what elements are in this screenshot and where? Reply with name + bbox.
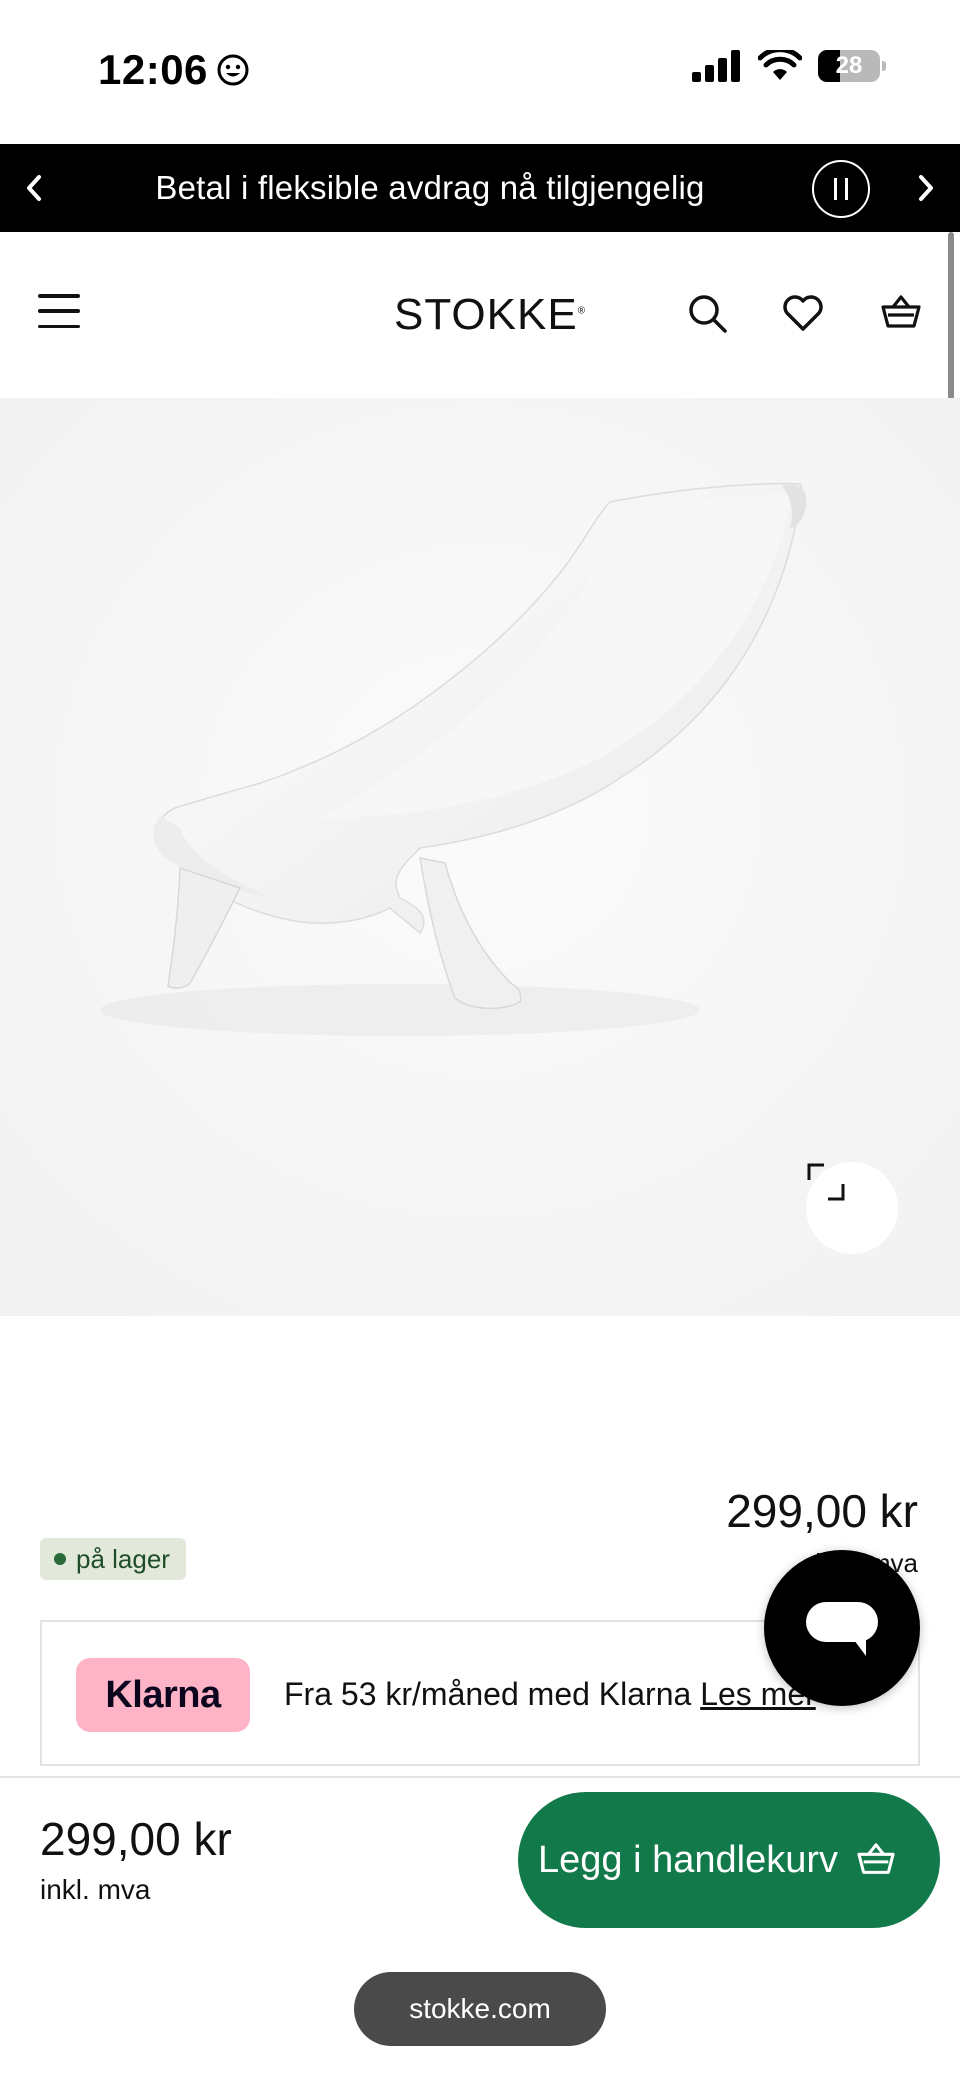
product-image[interactable] <box>0 398 960 1316</box>
chat-bubble-icon <box>806 1602 878 1656</box>
clock-text: 12:06 <box>98 46 208 93</box>
logo-mark: ® <box>577 305 587 317</box>
battery-icon: 28 <box>818 50 886 82</box>
heart-icon <box>783 295 823 331</box>
klarna-logo: Klarna <box>76 1658 250 1732</box>
stock-dot-icon <box>54 1553 66 1565</box>
klarna-text: Fra 53 kr/måned med Klarna Les mer <box>284 1676 816 1713</box>
chat-button[interactable] <box>764 1550 920 1706</box>
klarna-message: Fra 53 kr/måned med Klarna <box>284 1676 701 1712</box>
banner-pause-button[interactable] <box>812 160 870 218</box>
banner-text[interactable]: Betal i fleksible avdrag nå tilgjengelig <box>0 144 860 232</box>
wifi-icon <box>758 50 802 80</box>
menu-icon-line <box>38 324 80 328</box>
status-time: 12:06 <box>98 46 250 94</box>
search-icon <box>689 295 727 333</box>
signal-icon <box>692 50 740 82</box>
browser-url-pill[interactable]: stokke.com <box>354 1972 606 2046</box>
product-price: 299,00 kr <box>726 1485 918 1537</box>
menu-button[interactable] <box>38 294 80 328</box>
menu-icon <box>38 294 80 298</box>
basket-icon <box>881 295 921 328</box>
stock-status-text: på lager <box>76 1543 170 1574</box>
status-bar: 12:06 28 <box>0 0 960 144</box>
pause-icon <box>834 178 837 200</box>
expand-image-button[interactable] <box>806 1162 898 1254</box>
chevron-right-icon <box>919 175 933 201</box>
battery-level: 28 <box>835 52 863 79</box>
status-icons: 28 <box>692 50 886 82</box>
banner-next-button[interactable] <box>910 166 942 210</box>
site-header: STOKKE® <box>0 232 960 398</box>
wishlist-button[interactable] <box>780 290 826 336</box>
add-to-cart-button[interactable]: Legg i handlekurv <box>518 1792 940 1928</box>
stock-status-badge: på lager <box>40 1538 186 1580</box>
sticky-price: 299,00 kr <box>40 1813 232 1865</box>
smiley-icon <box>217 54 249 86</box>
add-to-cart-label: Legg i handlekurv <box>538 1838 838 1881</box>
expand-icon <box>807 1163 845 1201</box>
sticky-vat-label: inkl. mva <box>40 1874 151 1905</box>
cart-button[interactable] <box>878 290 924 336</box>
stokke-logo[interactable]: STOKKE® <box>394 290 586 340</box>
announcement-banner: Betal i fleksible avdrag nå tilgjengelig <box>0 144 960 232</box>
logo-text: STOKKE <box>394 290 578 339</box>
search-button[interactable] <box>684 290 730 336</box>
basket-icon <box>857 1843 895 1874</box>
sticky-purchase-bar: 299,00 kr inkl. mva Legg i handlekurv st… <box>0 1776 960 2081</box>
pause-icon-bar <box>845 178 848 200</box>
menu-icon-line <box>38 309 80 313</box>
